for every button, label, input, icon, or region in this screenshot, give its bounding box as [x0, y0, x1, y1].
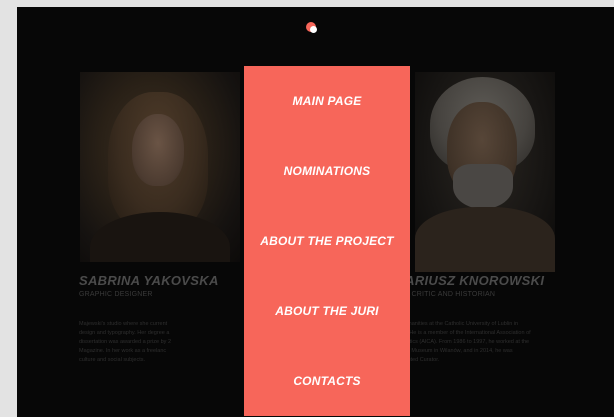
jury-role: ART CRITIC AND HISTORIAN	[395, 291, 496, 298]
bio-line: Poster Museum in Wilanów, and in 2014, h…	[394, 348, 513, 354]
photo-shoulders	[90, 212, 230, 262]
bio-line: Art Critics (AICA). From 1986 to 1997, h…	[394, 339, 530, 345]
bio-line: of Humanities at the Catholic University…	[394, 321, 519, 327]
bio-line: 1986. He is a member of the Internationa…	[394, 330, 531, 336]
bio-line: appointed Curator.	[394, 357, 440, 363]
jury-photo-sabrina	[80, 72, 240, 262]
photo-face	[132, 114, 184, 186]
bio-line: culture and social subjects.	[79, 357, 146, 363]
jury-name: MARIUSZ KNOROWSKI	[394, 273, 545, 288]
jury-photo-mariusz	[415, 72, 555, 272]
menu-item-contacts[interactable]: CONTACTS	[244, 368, 410, 394]
toggle-dot-icon[interactable]	[306, 22, 318, 34]
jury-name: SABRINA YAKOVSKA	[79, 273, 219, 288]
jury-role: GRAPHIC DESIGNER	[79, 291, 153, 298]
menu-item-main-page[interactable]: MAIN PAGE	[244, 88, 410, 114]
menu-item-about-the-juri[interactable]: ABOUT THE JURI	[244, 298, 410, 324]
jury-bio: Majewski's studio where she current desi…	[79, 320, 241, 365]
bio-line: Majewski's studio where she current	[79, 321, 168, 327]
bio-line: Magazine. In her work as a freelanc	[79, 348, 167, 354]
navigation-menu: MAIN PAGE NOMINATIONS ABOUT THE PROJECT …	[244, 66, 410, 416]
dot-inner	[310, 26, 317, 33]
photo-shoulders	[415, 207, 555, 272]
photo-beard	[453, 164, 513, 209]
menu-item-nominations[interactable]: NOMINATIONS	[244, 158, 410, 184]
menu-item-about-the-project[interactable]: ABOUT THE PROJECT	[244, 228, 410, 254]
bio-line: dissertation was awarded a prize by 2	[79, 339, 172, 345]
jury-bio: of Humanities at the Catholic University…	[394, 320, 614, 365]
app-screen: SABRINA YAKOVSKA GRAPHIC DESIGNER Majews…	[17, 7, 614, 417]
bio-line: design and typography. Her degree a	[79, 330, 170, 336]
